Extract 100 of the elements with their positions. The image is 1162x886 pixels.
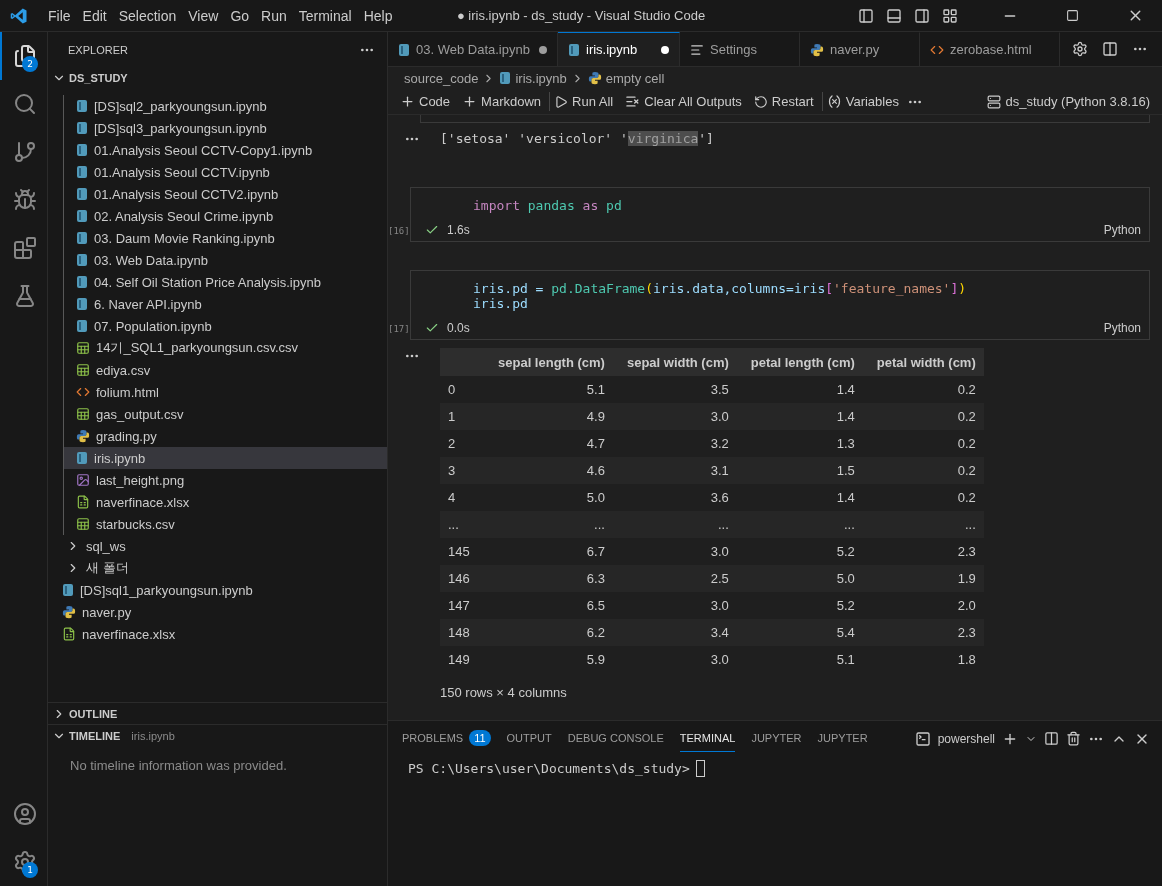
menu-item[interactable]: Run xyxy=(255,7,293,24)
table-cell: 5.4 xyxy=(736,619,863,646)
folder-entry[interactable]: 새 폴더 xyxy=(48,557,387,579)
explorer-entry[interactable]: gas_output.csv xyxy=(64,403,387,425)
table-cell: ... xyxy=(612,511,737,538)
breadcrumb-item[interactable]: source_code xyxy=(404,70,479,86)
explorer-entry[interactable]: 01.Analysis Seoul CCTV-Copy1.ipynb xyxy=(64,139,387,161)
menu-item[interactable]: Help xyxy=(357,7,399,24)
breadcrumb-item[interactable]: iris.ipynb xyxy=(515,70,567,86)
panel-tab[interactable]: PROBLEMS 11 xyxy=(402,725,491,752)
section-header[interactable]: OUTLINE xyxy=(48,702,387,724)
table-cell: 3.0 xyxy=(612,403,737,430)
row-index: 148 xyxy=(440,619,484,646)
shell-name[interactable]: powershell xyxy=(937,731,995,746)
toolbar-button[interactable]: Markdown xyxy=(458,92,546,111)
code-cell[interactable]: import pandas as pd 1.6s Python xyxy=(410,187,1150,242)
column-header: petal length (cm) xyxy=(736,348,863,376)
explorer-entry[interactable]: 14기_SQL1_parkyoungsun.csv.csv xyxy=(64,337,387,359)
explorer-entry[interactable]: iris.ipynb xyxy=(64,447,387,469)
editor-tab[interactable]: iris.ipynb xyxy=(558,32,680,66)
sidebar-title: EXPLORER xyxy=(68,43,128,56)
row-index: 0 xyxy=(440,376,484,403)
table-cell: 4.9 xyxy=(484,403,613,430)
table-cell: 0.2 xyxy=(862,457,984,484)
window-title: ● iris.ipynb - ds_study - Visual Studio Code xyxy=(456,8,706,23)
menu-item[interactable]: Terminal xyxy=(292,7,358,24)
table-cell: 1.4 xyxy=(736,403,863,430)
explorer-entry[interactable]: naverfinace.xlsx xyxy=(64,491,387,513)
table-cell: 0.2 xyxy=(862,430,984,457)
table-cell: 4.6 xyxy=(484,457,613,484)
table-cell: 2.3 xyxy=(862,538,984,565)
toolbar-button[interactable]: Clear All Outputs xyxy=(621,92,746,111)
row-index: ... xyxy=(440,511,484,538)
table-cell: 3.1 xyxy=(612,457,737,484)
explorer-entry[interactable]: [DS]sql2_parkyoungsun.ipynb xyxy=(64,95,387,117)
panel-tab[interactable]: JUPYTER xyxy=(817,725,868,752)
table-cell: 0.2 xyxy=(862,403,984,430)
table-cell: 1.9 xyxy=(862,565,984,592)
explorer-entry[interactable]: starbucks.csv xyxy=(64,513,387,535)
explorer-entry[interactable]: 01.Analysis Seoul CCTV2.ipynb xyxy=(64,183,387,205)
table-cell: 0.2 xyxy=(862,484,984,511)
timeline-message: No timeline information was provided. xyxy=(69,757,288,775)
folder-entry[interactable]: sql_ws xyxy=(48,535,387,557)
table-cell: 5.2 xyxy=(736,538,863,565)
row-index: 145 xyxy=(440,538,484,565)
code-line: iris.pd xyxy=(473,296,529,311)
table-cell: ... xyxy=(862,511,984,538)
explorer-entry[interactable]: 02. Analysis Seoul Crime.ipynb xyxy=(64,205,387,227)
table-cell: 2.0 xyxy=(862,592,984,619)
explorer-entry[interactable]: naverfinace.xlsx xyxy=(48,623,387,645)
row-index: 1 xyxy=(440,403,484,430)
toolbar-button[interactable]: Restart xyxy=(749,92,818,111)
explorer-entry[interactable]: 6. Naver API.ipynb xyxy=(64,293,387,315)
row-index: 3 xyxy=(440,457,484,484)
explorer-entry[interactable]: last_height.png xyxy=(64,469,387,491)
table-cell: 5.0 xyxy=(736,565,863,592)
section-header[interactable]: TIMELINE iris.ipynb xyxy=(48,724,387,746)
menu-item[interactable]: Edit xyxy=(76,7,113,24)
table-cell: 1.4 xyxy=(736,484,863,511)
menu-item[interactable]: View xyxy=(182,7,225,24)
explorer-entry[interactable]: folium.html xyxy=(64,381,387,403)
panel-tab[interactable]: TERMINAL xyxy=(679,725,736,752)
explorer-entry[interactable]: [DS]sql1_parkyoungsun.ipynb xyxy=(48,579,387,601)
explorer-entry[interactable]: 01.Analysis Seoul CCTV.ipynb xyxy=(64,161,387,183)
code-line: iris.pd = pd.DataFrame(iris.data,columns=iris['feature_names']) xyxy=(473,281,968,296)
menu-item[interactable]: File xyxy=(42,7,77,24)
explorer-entry[interactable]: grading.py xyxy=(64,425,387,447)
explorer-entry[interactable]: 03. Daum Movie Ranking.ipynb xyxy=(64,227,387,249)
explorer-entry[interactable]: ediya.csv xyxy=(64,359,387,381)
count-badge: 1 xyxy=(22,862,38,878)
table-cell: 1.5 xyxy=(736,457,863,484)
activity-button[interactable]: 1 xyxy=(0,838,47,886)
menu-item[interactable]: Go xyxy=(224,7,256,24)
row-index: 2 xyxy=(440,430,484,457)
explorer-entry[interactable]: 04. Self Oil Station Price Analysis.ipynb xyxy=(64,271,387,293)
count-badge: 11 xyxy=(469,730,491,746)
table-cell: 2.5 xyxy=(612,565,737,592)
table-cell: 0.2 xyxy=(862,376,984,403)
table-cell: 1.4 xyxy=(736,376,863,403)
toolbar-button[interactable]: Code xyxy=(396,92,455,111)
toolbar-button[interactable]: Variables xyxy=(821,92,903,111)
table-cell: 5.0 xyxy=(484,484,613,511)
count-badge: 2 xyxy=(22,56,38,72)
panel-tab[interactable]: OUTPUT xyxy=(506,725,552,752)
code-cell[interactable]: iris.pd = pd.DataFrame(iris.data,columns=iris['feature_names']) iris.pd 0.0s Python xyxy=(410,270,1150,340)
language-label[interactable]: Python xyxy=(1103,223,1141,237)
menu-item[interactable]: Selection xyxy=(112,7,183,24)
explorer-entry[interactable]: 03. Web Data.ipynb xyxy=(64,249,387,271)
breadcrumb-item[interactable]: empty cell xyxy=(605,70,665,86)
panel-tab[interactable]: DEBUG CONSOLE xyxy=(567,725,664,752)
language-label[interactable]: Python xyxy=(1103,321,1141,335)
explorer-entry[interactable]: [DS]sql3_parkyoungsun.ipynb xyxy=(64,117,387,139)
kernel-button[interactable]: ds_study (Python 3.8.16) xyxy=(983,92,1154,111)
workspace-header[interactable]: DS_STUDY xyxy=(48,67,387,89)
panel-tab[interactable]: JUPYTER xyxy=(751,725,802,752)
explorer-entry[interactable]: 07. Population.ipynb xyxy=(64,315,387,337)
table-cell: ... xyxy=(736,511,863,538)
code-line: import pandas as pd xyxy=(473,198,623,213)
toolbar-button[interactable]: Run All xyxy=(549,92,618,111)
explorer-entry[interactable]: naver.py xyxy=(48,601,387,623)
